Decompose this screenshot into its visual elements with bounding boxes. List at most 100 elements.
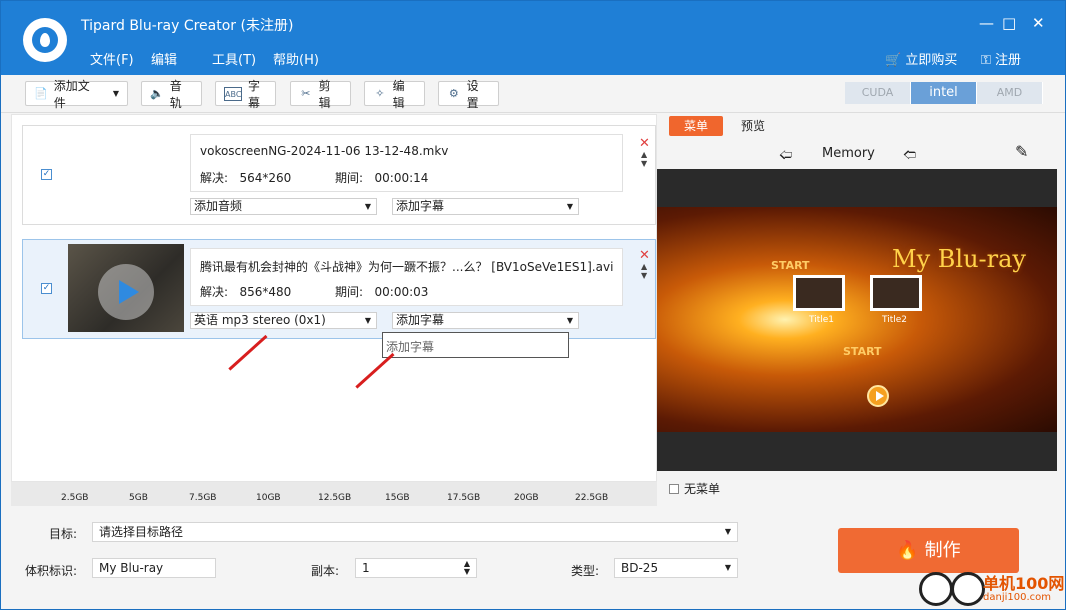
target-path-select[interactable]: 请选择目标路径 ▼ — [92, 522, 738, 542]
output-settings: 目标: 请选择目标路径 ▼ 体积标识: My Blu-ray 副本: 1 ▲ ▼ 类型… — [1, 506, 1065, 609]
abc-icon: ABC — [224, 86, 242, 101]
menu-file[interactable]: 文件(F) — [90, 49, 151, 68]
scale-tick: 17.5GB — [447, 493, 481, 503]
file-resolution: 解决: 856*480 — [200, 285, 292, 299]
scale-tick: 22.5GB — [575, 493, 609, 503]
audio-select[interactable]: 英语 mp3 stereo (0x1) ▼ — [190, 312, 377, 329]
subtitle-button[interactable]: ABC 字幕 — [215, 79, 276, 110]
file-duration: 期间: 00:00:14 — [335, 171, 429, 185]
fire-icon: 🔥 — [896, 540, 919, 561]
scale-tick: 2.5GB — [61, 493, 89, 503]
buy-now-button[interactable]: 🛒 立即购买 — [885, 49, 957, 68]
file-name: 腾讯最有机会封神的《斗战神》为何一蹶不振？...么？ [BV1oSeVe1ES1… — [200, 260, 614, 274]
arrow-right-icon[interactable]: 🢢 — [903, 146, 916, 168]
scale-tick: 15GB — [385, 493, 410, 503]
title2-thumbnail[interactable] — [870, 275, 922, 311]
tab-menu[interactable]: 菜单 — [669, 116, 723, 136]
watermark: 单机100网 danji100.com — [919, 570, 1066, 610]
type-label: 类型: — [571, 564, 600, 578]
type-select[interactable]: BD-25 ▼ — [614, 558, 738, 578]
speaker-icon: 🔈 — [150, 86, 164, 100]
file-name: vokoscreenNG-2024-11-06 13-12-48.mkv — [200, 144, 449, 158]
file-checkbox[interactable]: ✓ — [41, 169, 52, 180]
intel-toggle[interactable]: intel — [911, 82, 977, 104]
poster-image: My Blu-ray START Title1 Title2 START — [657, 207, 1057, 432]
watermark-text: 单机100网 — [983, 574, 1065, 593]
watermark-circle-icon — [951, 572, 985, 606]
volume-input[interactable]: My Blu-ray — [92, 558, 216, 578]
play-icon[interactable] — [98, 264, 154, 320]
toolbar: 📄 添加文件 ▼ 🔈 音轨 ABC 字幕 ✂ 剪辑 ✧ 编辑 ⚙ 设置 CUDA inte… — [1, 75, 1065, 113]
watermark-url: danji100.com — [983, 592, 1051, 603]
size-scale: 2.5GB 5GB 7.5GB 10GB 12.5GB 15GB 17.5GB … — [11, 482, 657, 506]
remove-file-icon[interactable]: ✕ — [639, 136, 650, 151]
move-arrows-icon[interactable]: ▲ ▼ — [641, 150, 647, 168]
title-bar: Tipard Blu-ray Creator (未注册) — □ ✕ 文件(F)… — [1, 1, 1065, 75]
edit-template-icon[interactable]: ✎ — [1015, 142, 1028, 161]
tab-preview[interactable]: 预览 — [733, 116, 773, 136]
close-icon[interactable]: ✕ — [1032, 14, 1045, 32]
template-name: Memory — [822, 146, 875, 161]
menu-help[interactable]: 帮助(H) — [273, 49, 334, 68]
sparkle-icon: ✧ — [375, 86, 385, 100]
register-button[interactable]: ⚿ 注册 — [981, 49, 1021, 68]
poster-title: My Blu-ray — [892, 245, 1026, 273]
start-label: START — [843, 345, 882, 358]
audio-select[interactable]: 添加音频 ▼ — [190, 198, 377, 215]
cart-icon: 🛒 — [885, 53, 902, 68]
scissors-icon: ✂ — [301, 86, 311, 100]
file-item[interactable]: ✓ 腾讯最有机会封神的《斗战神》为何一蹶不振？...么？ [BV1oSeVe1E… — [22, 239, 656, 339]
menu-edit[interactable]: 编辑 — [151, 49, 212, 68]
title2-label: Title2 — [882, 315, 908, 325]
make-button[interactable]: 🔥 制作 — [838, 528, 1019, 573]
menu-preview: My Blu-ray START Title1 Title2 START — [657, 169, 1057, 471]
menu-bar: 文件(F) 编辑 工具(T) 帮助(H) — [90, 49, 334, 68]
file-checkbox[interactable]: ✓ — [41, 283, 52, 294]
arrow-left-icon[interactable]: 🢠 — [779, 146, 792, 168]
chevron-down-icon[interactable]: ▼ — [113, 89, 119, 98]
minimize-icon[interactable]: — — [979, 14, 994, 32]
watermark-plus-icon — [919, 572, 953, 606]
settings-button[interactable]: ⚙ 设置 — [438, 79, 499, 110]
title1-thumbnail[interactable] — [793, 275, 845, 311]
subtitle-select[interactable]: 添加字幕 ▼ — [392, 312, 579, 329]
add-file-button[interactable]: 📄 添加文件 ▼ — [25, 79, 128, 110]
scale-tick: 7.5GB — [189, 493, 217, 503]
audio-track-button[interactable]: 🔈 音轨 — [141, 79, 202, 110]
play-button-icon[interactable] — [867, 385, 889, 407]
red-arrow — [228, 334, 268, 371]
scale-tick: 5GB — [129, 493, 148, 503]
key-icon: ⚿ — [981, 53, 991, 68]
amd-toggle[interactable]: AMD — [977, 82, 1043, 104]
remove-file-icon[interactable]: ✕ — [639, 248, 650, 263]
copies-stepper[interactable]: 1 ▲ ▼ — [355, 558, 477, 578]
cuda-toggle[interactable]: CUDA — [845, 82, 911, 104]
file-info: vokoscreenNG-2024-11-06 13-12-48.mkv 解决:… — [190, 134, 623, 192]
window-title: Tipard Blu-ray Creator (未注册) — [81, 18, 294, 34]
target-label: 目标: — [49, 527, 78, 541]
subtitle-select[interactable]: 添加字幕 ▼ — [392, 198, 579, 215]
app-logo — [23, 18, 67, 62]
no-menu-checkbox[interactable]: 无菜单 — [669, 480, 720, 497]
file-list: ✓ vokoscreenNG-2024-11-06 13-12-48.mkv 解… — [11, 114, 657, 482]
trim-button[interactable]: ✂ 剪辑 — [290, 79, 351, 110]
menu-panel: 菜单 预览 🢠 Memory 🢢 ✎ My Blu-ray START Titl… — [657, 114, 1057, 506]
move-arrows-icon[interactable]: ▲ ▼ — [641, 262, 647, 280]
subtitle-dropdown-option[interactable]: 添加字幕 — [382, 332, 569, 358]
file-resolution: 解决: 564*260 — [200, 171, 292, 185]
file-duration: 期间: 00:00:03 — [335, 285, 429, 299]
scale-tick: 10GB — [256, 493, 281, 503]
red-arrow — [355, 352, 395, 389]
gear-icon: ⚙ — [448, 86, 459, 100]
scale-tick: 12.5GB — [318, 493, 352, 503]
file-item[interactable]: ✓ vokoscreenNG-2024-11-06 13-12-48.mkv 解… — [22, 125, 656, 225]
title1-label: Title1 — [809, 315, 835, 325]
menu-tools[interactable]: 工具(T) — [212, 49, 273, 68]
video-thumbnail[interactable] — [68, 244, 184, 332]
file-info: 腾讯最有机会封神的《斗战神》为何一蹶不振？...么？ [BV1oSeVe1ES1… — [190, 248, 623, 306]
volume-label: 体积标识: — [25, 564, 78, 578]
start-label: START — [771, 259, 810, 272]
edit-button[interactable]: ✧ 编辑 — [364, 79, 425, 110]
maximize-icon[interactable]: □ — [1002, 14, 1016, 32]
add-file-icon: 📄 — [34, 86, 48, 100]
